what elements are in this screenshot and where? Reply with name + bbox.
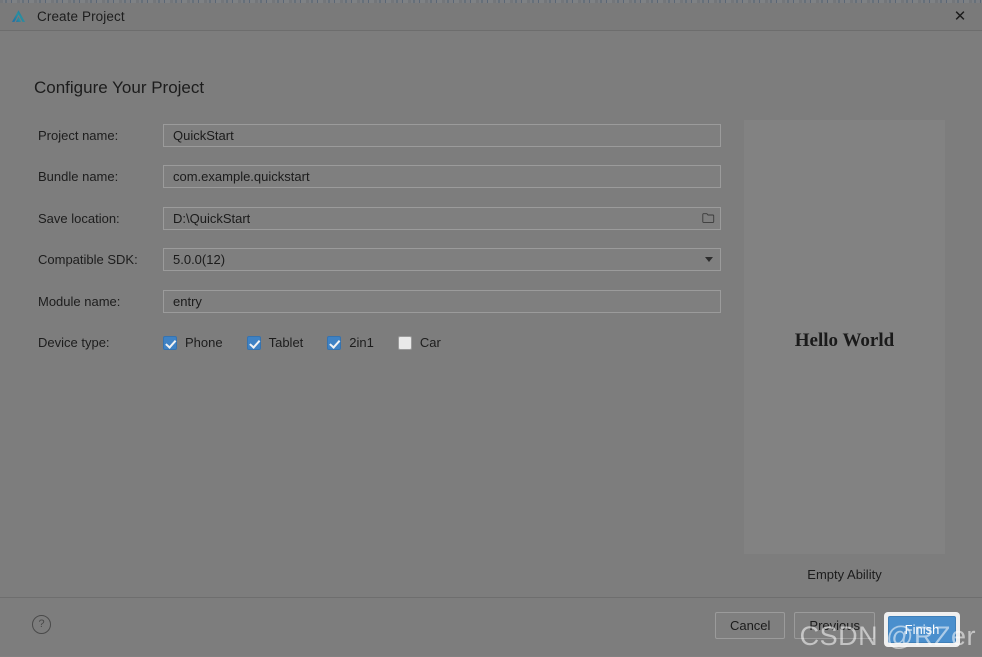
bundle-name-input[interactable]: com.example.quickstart [163, 165, 721, 188]
page-title: Configure Your Project [34, 78, 205, 97]
previous-button[interactable]: Previous [794, 612, 875, 639]
footer-button-group: Cancel Previous Finish [714, 612, 960, 647]
finish-button[interactable]: Finish [888, 616, 956, 643]
bundle-name-value: com.example.quickstart [173, 169, 310, 184]
label-save-location: Save location: [38, 210, 120, 226]
form-row-save-location: Save location: D:\QuickStart [38, 206, 728, 230]
preview-caption: Empty Ability [807, 567, 882, 582]
template-preview: Hello World Empty Ability [744, 120, 945, 582]
close-icon[interactable]: ✕ [938, 3, 982, 30]
create-project-dialog: Create Project ✕ Configure Your Project … [0, 3, 982, 656]
label-compatible-sdk: Compatible SDK: [38, 252, 138, 267]
save-location-value: D:\QuickStart [173, 210, 251, 226]
finish-button-focus-ring: Finish [884, 612, 960, 647]
preview-screen-text: Hello World [794, 330, 895, 351]
project-name-input[interactable]: QuickStart [163, 123, 721, 147]
compatible-sdk-select[interactable]: 5.0.0(12) [163, 248, 721, 271]
checkbox-tablet[interactable]: Tablet [246, 335, 304, 350]
help-icon[interactable]: ? [32, 615, 51, 634]
dialog-body: Configure Your Project Project name: Qui… [0, 31, 982, 598]
label-project-name: Project name: [38, 127, 119, 143]
folder-icon[interactable] [697, 208, 720, 229]
label-device-type: Device type: [38, 335, 110, 350]
checkbox-2in1[interactable]: 2in1 [327, 335, 374, 350]
checkbox-car-label: Car [419, 335, 441, 350]
checkbox-phone-label: Phone [185, 335, 223, 350]
dialog-title: Create Project [37, 9, 125, 24]
form-row-compatible-sdk: Compatible SDK: 5.0.0(12) [38, 248, 728, 272]
preview-device-frame: Hello World [744, 120, 945, 554]
module-name-input[interactable]: entry [163, 289, 721, 313]
label-module-name: Module name: [38, 293, 121, 309]
form-row-module-name: Module name: entry [38, 289, 728, 313]
form-row-bundle-name: Bundle name: com.example.quickstart [38, 165, 728, 189]
form-row-device-type: Device type: Phone Tablet 2in1 Car [38, 331, 728, 355]
module-name-value: entry [173, 293, 202, 309]
checkbox-phone-box[interactable] [163, 335, 177, 350]
dialog-titlebar: Create Project ✕ [0, 3, 982, 31]
checkbox-2in1-box[interactable] [327, 335, 342, 350]
dialog-footer: ? Cancel Previous Finish [0, 598, 982, 657]
checkbox-tablet-box[interactable] [246, 335, 261, 350]
label-bundle-name: Bundle name: [38, 169, 119, 184]
compatible-sdk-value: 5.0.0(12) [173, 252, 226, 267]
chevron-down-icon[interactable] [697, 249, 720, 270]
checkbox-phone[interactable]: Phone [163, 335, 223, 350]
cancel-button[interactable]: Cancel [714, 612, 786, 639]
project-name-value: QuickStart [173, 127, 234, 143]
checkbox-tablet-label: Tablet [268, 335, 304, 350]
device-type-checkbox-group: Phone Tablet 2in1 Car [163, 335, 465, 350]
checkbox-2in1-label: 2in1 [349, 335, 374, 350]
form-row-project-name: Project name: QuickStart [38, 123, 728, 147]
save-location-input[interactable]: D:\QuickStart [163, 206, 721, 230]
project-config-form: Project name: QuickStart Bundle name: co… [38, 123, 728, 372]
checkbox-car-box[interactable] [397, 335, 412, 350]
deveco-logo-icon [9, 8, 27, 26]
checkbox-car[interactable]: Car [397, 335, 441, 350]
